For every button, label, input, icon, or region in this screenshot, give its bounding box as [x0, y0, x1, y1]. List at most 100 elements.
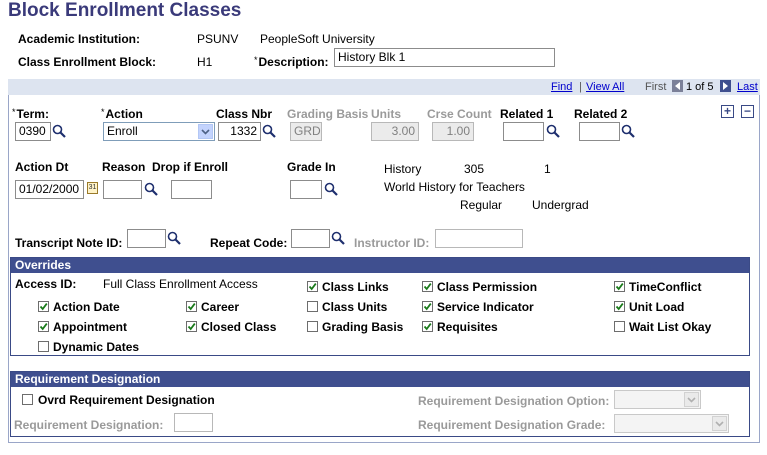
requirement-option-select — [614, 390, 701, 409]
override-closed-class-label: Closed Class — [201, 320, 277, 334]
add-row-button[interactable]: + — [721, 105, 734, 118]
reason-lookup-icon[interactable] — [144, 182, 158, 196]
override-action-date-checkbox[interactable] — [38, 301, 49, 312]
first-label: First — [645, 81, 667, 93]
override-service-indicator-checkbox[interactable] — [422, 301, 433, 312]
related2-field[interactable] — [579, 122, 620, 141]
requirement-grade-select — [614, 414, 729, 433]
drop-if-enroll-field[interactable] — [171, 180, 212, 199]
academic-institution-code: PSUNV — [197, 32, 239, 46]
grade-in-field[interactable] — [290, 180, 322, 199]
related1-field[interactable] — [503, 122, 544, 141]
grading-basis-label: Grading Basis — [287, 107, 369, 121]
reason-field[interactable] — [103, 180, 142, 199]
transcript-note-lookup-icon[interactable] — [167, 231, 181, 245]
related2-label: Related 2 — [574, 107, 628, 121]
term-lookup-icon[interactable] — [52, 124, 66, 138]
action-select-value: Enroll — [107, 124, 138, 138]
description-field[interactable]: History Blk 1 — [334, 48, 555, 67]
override-time-conflict-label: TimeConflict — [629, 280, 702, 294]
repeat-code-field[interactable] — [291, 229, 330, 248]
override-class-permission-label: Class Permission — [437, 280, 538, 294]
course-section: 1 — [544, 162, 551, 176]
override-career-checkbox[interactable] — [186, 301, 197, 312]
view-all-link[interactable]: View All — [586, 81, 624, 93]
scroll-nav-bar: Find | View All First 1 of 5 Last — [8, 79, 760, 95]
override-closed-class-checkbox[interactable] — [186, 321, 197, 332]
override-time-conflict-checkbox[interactable] — [614, 281, 625, 292]
term-label-text: Term: — [16, 107, 49, 121]
class-block-label: Class Enrollment Block: — [18, 55, 157, 69]
repeat-code-label: Repeat Code: — [210, 236, 288, 250]
calendar-icon[interactable]: 31 — [87, 182, 98, 194]
last-link[interactable]: Last — [737, 81, 758, 93]
course-title: World History for Teachers — [384, 180, 525, 194]
class-nbr-label: Class Nbr — [216, 107, 273, 121]
ovrd-requirement-label: Ovrd Requirement Designation — [38, 393, 215, 407]
requirement-designation-field — [174, 413, 213, 432]
page-title: Block Enrollment Classes — [8, 0, 242, 21]
action-label: *Action — [101, 107, 143, 121]
ovrd-requirement-checkbox[interactable] — [22, 394, 33, 405]
course-career: Undergrad — [532, 198, 589, 212]
requirement-designation-title: Requirement Designation — [11, 372, 749, 387]
override-unit-load-checkbox[interactable] — [614, 301, 625, 312]
class-nbr-field[interactable]: 1332 — [218, 122, 261, 141]
override-action-date-label: Action Date — [53, 300, 120, 314]
chevron-down-icon — [684, 392, 699, 407]
next-arrow-icon[interactable] — [720, 80, 731, 92]
override-appointment-label: Appointment — [53, 320, 127, 334]
academic-institution-name: PeopleSoft University — [260, 32, 375, 46]
action-dt-field[interactable]: 01/02/2000 — [15, 180, 84, 199]
override-unit-load-label: Unit Load — [629, 300, 685, 314]
course-number: 305 — [464, 162, 485, 176]
override-dynamic-dates-label: Dynamic Dates — [53, 340, 140, 354]
override-class-links-checkbox[interactable] — [307, 281, 318, 292]
units-field: 3.00 — [371, 122, 419, 141]
previous-arrow-icon[interactable] — [672, 80, 683, 92]
override-service-indicator-label: Service Indicator — [437, 300, 534, 314]
drop-if-enroll-label: Drop if Enroll — [152, 160, 228, 174]
class-nbr-lookup-icon[interactable] — [262, 124, 276, 138]
override-class-links-label: Class Links — [322, 280, 389, 294]
override-class-units-checkbox[interactable] — [307, 301, 318, 312]
action-dt-label: Action Dt — [15, 160, 69, 174]
requirement-option-label: Requirement Designation Option: — [418, 394, 610, 408]
row-counter: 1 of 5 — [686, 81, 714, 93]
repeat-code-lookup-icon[interactable] — [331, 231, 345, 245]
delete-row-button[interactable]: − — [741, 105, 754, 118]
grade-in-lookup-icon[interactable] — [324, 182, 338, 196]
academic-institution-label: Academic Institution: — [18, 32, 141, 46]
action-label-text: Action — [105, 107, 143, 121]
override-appointment-checkbox[interactable] — [38, 321, 49, 332]
override-class-units-label: Class Units — [322, 300, 388, 314]
override-grading-basis-checkbox[interactable] — [307, 321, 318, 332]
overrides-title: Overrides — [11, 258, 749, 273]
override-requisites-label: Requisites — [437, 320, 498, 334]
units-label: Units — [371, 107, 401, 121]
access-id-value: Full Class Enrollment Access — [103, 277, 258, 291]
override-class-permission-checkbox[interactable] — [422, 281, 433, 292]
grade-in-label: Grade In — [287, 160, 336, 174]
override-wait-list-okay-checkbox[interactable] — [614, 321, 625, 332]
term-field[interactable]: 0390 — [15, 122, 51, 141]
grading-basis-field: GRD — [290, 122, 322, 141]
requirement-grade-label: Requirement Designation Grade: — [418, 418, 606, 432]
related1-lookup-icon[interactable] — [546, 124, 560, 138]
find-link[interactable]: Find — [551, 81, 572, 93]
nav-separator: | — [579, 81, 582, 93]
description-label-text: Description: — [258, 55, 329, 69]
course-type: Regular — [460, 198, 503, 212]
chevron-down-icon[interactable] — [198, 124, 213, 139]
reason-label: Reason — [102, 160, 146, 174]
override-requisites-checkbox[interactable] — [422, 321, 433, 332]
instructor-id-field — [435, 229, 523, 248]
access-id-label: Access ID: — [15, 277, 77, 291]
transcript-note-field[interactable] — [127, 229, 166, 248]
crse-count-label: Crse Count — [427, 107, 492, 121]
related2-lookup-icon[interactable] — [621, 124, 635, 138]
action-select[interactable]: Enroll — [103, 122, 215, 141]
override-dynamic-dates-checkbox[interactable] — [38, 341, 49, 352]
related1-label: Related 1 — [500, 107, 554, 121]
override-career-label: Career — [201, 300, 240, 314]
